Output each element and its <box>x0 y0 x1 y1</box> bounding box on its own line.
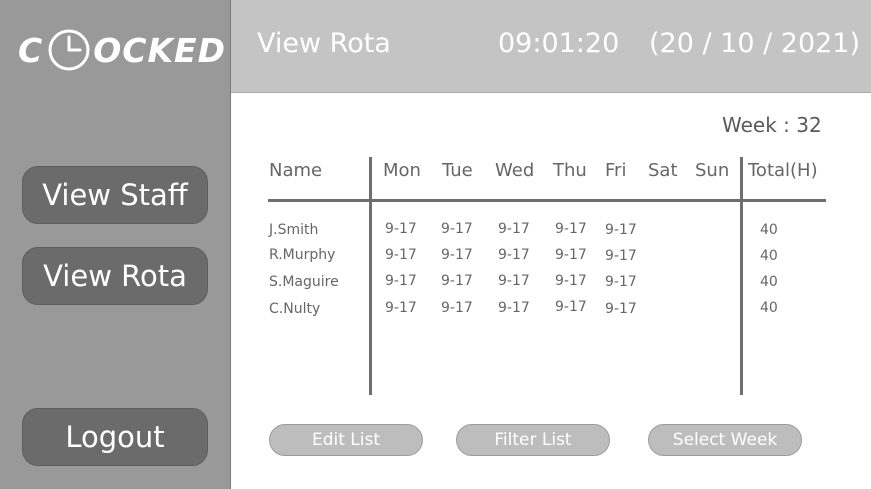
clock-time: 09:01:20 <box>498 28 620 59</box>
row-mon: 9-17 <box>385 247 417 263</box>
logout-button[interactable]: Logout <box>22 408 208 466</box>
row-fri: 9-17 <box>605 274 637 290</box>
row-total: 40 <box>760 274 778 290</box>
view-rota-button[interactable]: View Rota <box>22 247 208 305</box>
logo-text-end: OCKED <box>93 30 226 70</box>
select-week-button[interactable]: Select Week <box>648 424 802 456</box>
column-header-thu: Thu <box>553 160 587 181</box>
column-header-mon: Mon <box>383 160 421 181</box>
row-thu: 9-17 <box>555 221 587 237</box>
row-wed: 9-17 <box>498 247 530 263</box>
row-name: S.Maguire <box>269 274 339 290</box>
week-label: Week : 32 <box>722 113 822 137</box>
row-fri: 9-17 <box>605 222 637 238</box>
row-wed: 9-17 <box>498 273 530 289</box>
row-fri: 9-17 <box>605 301 637 317</box>
edit-list-button[interactable]: Edit List <box>269 424 423 456</box>
column-header-fri: Fri <box>605 160 627 181</box>
row-fri: 9-17 <box>605 248 637 264</box>
page-title: View Rota <box>257 28 391 59</box>
sidebar: C OCKED View Staff View Rota Logout <box>0 0 231 489</box>
row-thu: 9-17 <box>555 299 587 315</box>
row-tue: 9-17 <box>441 221 473 237</box>
row-total: 40 <box>760 300 778 316</box>
row-mon: 9-17 <box>385 273 417 289</box>
row-total: 40 <box>760 248 778 264</box>
view-staff-button[interactable]: View Staff <box>22 166 208 224</box>
column-header-name: Name <box>269 160 323 181</box>
row-thu: 9-17 <box>555 273 587 289</box>
row-wed: 9-17 <box>498 221 530 237</box>
column-header-sun: Sun <box>695 160 730 181</box>
row-thu: 9-17 <box>555 247 587 263</box>
header-bar: View Rota 09:01:20 (20 / 10 / 2021) <box>231 0 871 93</box>
clock-icon <box>48 29 90 71</box>
row-mon: 9-17 <box>385 300 417 316</box>
clock-date: (20 / 10 / 2021) <box>649 28 861 59</box>
column-header-sat: Sat <box>648 160 678 181</box>
row-tue: 9-17 <box>441 300 473 316</box>
table-name-divider <box>369 157 372 395</box>
logo-text-start: C <box>18 30 44 70</box>
table-total-divider <box>740 157 743 395</box>
app-logo: C OCKED <box>18 26 226 74</box>
column-header-tue: Tue <box>442 160 473 181</box>
row-mon: 9-17 <box>385 221 417 237</box>
row-tue: 9-17 <box>441 273 473 289</box>
row-tue: 9-17 <box>441 247 473 263</box>
row-total: 40 <box>760 222 778 238</box>
row-name: R.Murphy <box>269 247 336 263</box>
column-header-wed: Wed <box>495 160 535 181</box>
filter-list-button[interactable]: Filter List <box>456 424 610 456</box>
row-wed: 9-17 <box>498 300 530 316</box>
row-name: C.Nulty <box>269 301 321 317</box>
column-header-total: Total(H) <box>748 160 818 181</box>
row-name: J.Smith <box>269 222 319 238</box>
